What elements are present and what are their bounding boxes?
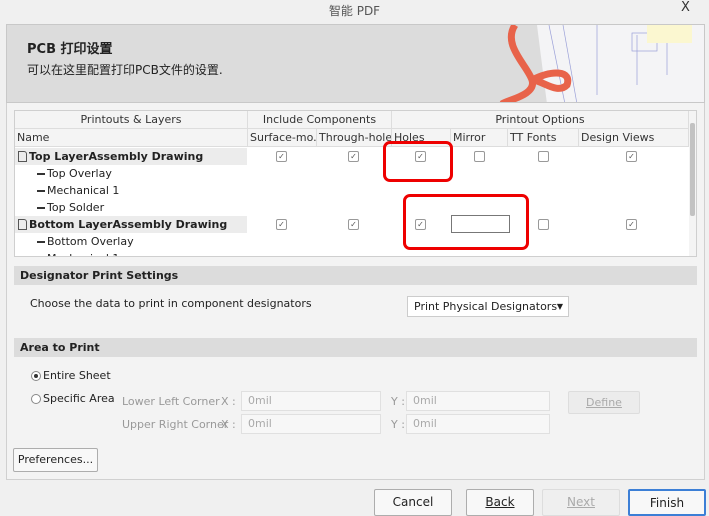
column-header-tt-fonts[interactable]: TT Fonts xyxy=(508,129,579,147)
upper-right-y-input[interactable]: 0mil xyxy=(406,414,550,434)
checkbox-design-views[interactable]: ✓ xyxy=(626,219,637,230)
y-label: Y : xyxy=(391,395,405,408)
finish-button[interactable]: Finish xyxy=(628,489,706,516)
layers-table: Printouts & Layers Include Components Pr… xyxy=(14,110,697,257)
preferences-button[interactable]: Preferences... xyxy=(13,448,98,472)
checkbox-through-hole[interactable]: ✓ xyxy=(348,151,359,162)
page-title: PCB 打印设置 xyxy=(27,42,113,57)
layer-name: Top Overlay xyxy=(47,167,112,180)
upper-right-label: Upper Right Corner xyxy=(122,418,229,431)
cancel-button[interactable]: Cancel xyxy=(374,489,452,516)
group-header: Printout Options xyxy=(392,111,689,129)
layer-name: Mechanical 1 xyxy=(47,252,119,256)
checkbox-tt-fonts[interactable] xyxy=(538,151,549,162)
layer-name: Bottom LayerAssembly Drawing xyxy=(29,218,228,231)
table-row[interactable]: Top Solder xyxy=(15,199,104,216)
designator-dropdown[interactable]: Print Physical Designators ▼ xyxy=(407,296,569,317)
designator-label: Choose the data to print in component de… xyxy=(30,297,312,310)
table-row[interactable]: Mechanical 1 xyxy=(15,182,119,199)
group-header: Include Components xyxy=(248,111,392,129)
highlight-box-holes xyxy=(383,141,453,182)
highlight-box-bottom xyxy=(403,194,529,250)
table-row[interactable]: Bottom LayerAssembly Drawing xyxy=(15,216,247,233)
layer-name: Mechanical 1 xyxy=(47,184,120,197)
table-row[interactable]: Top Overlay xyxy=(15,165,112,182)
checkbox-tt-fonts[interactable] xyxy=(538,219,549,230)
chevron-down-icon: ▼ xyxy=(556,302,563,311)
scrollbar-thumb[interactable] xyxy=(690,123,695,216)
checkbox-mirror[interactable] xyxy=(474,151,485,162)
checkbox-design-views[interactable]: ✓ xyxy=(626,151,637,162)
entire-sheet-label[interactable]: Entire Sheet xyxy=(43,369,111,382)
column-header-name[interactable]: Name xyxy=(15,129,248,147)
back-button[interactable]: Back xyxy=(466,489,534,516)
checkbox-surface[interactable]: ✓ xyxy=(276,219,287,230)
specific-area-label[interactable]: Specific Area xyxy=(43,392,115,405)
table-row[interactable]: Top LayerAssembly Drawing xyxy=(15,148,247,165)
next-button[interactable]: Next xyxy=(542,489,620,516)
table-row[interactable]: Mechanical 1 xyxy=(15,250,119,256)
table-row[interactable]: Bottom Overlay xyxy=(15,233,134,250)
column-header-surface[interactable]: Surface-mo... xyxy=(248,129,317,147)
entire-sheet-radio[interactable] xyxy=(31,371,41,381)
area-section-header: Area to Print xyxy=(14,338,697,357)
column-header-design-views[interactable]: Design Views xyxy=(579,129,689,147)
y-label: Y : xyxy=(391,418,405,431)
checkbox-surface[interactable]: ✓ xyxy=(276,151,287,162)
specific-area-radio[interactable] xyxy=(31,394,41,404)
document-icon xyxy=(18,219,27,230)
lower-left-y-input[interactable]: 0mil xyxy=(406,391,550,411)
x-label: X : xyxy=(221,395,236,408)
layer-name: Bottom Overlay xyxy=(47,235,134,248)
group-header: Printouts & Layers xyxy=(15,111,248,129)
checkbox-through-hole[interactable]: ✓ xyxy=(348,219,359,230)
designator-selected: Print Physical Designators xyxy=(414,300,558,313)
close-icon[interactable]: X xyxy=(681,0,697,15)
x-label: X : xyxy=(221,418,236,431)
lower-left-x-input[interactable]: 0mil xyxy=(241,391,381,411)
define-button[interactable]: Define xyxy=(568,391,640,414)
layer-name: Top Solder xyxy=(47,201,105,214)
document-icon xyxy=(18,151,27,162)
pdf-logo-graphic xyxy=(499,25,704,102)
lower-left-label: Lower Left Corner xyxy=(122,395,220,408)
upper-right-x-input[interactable]: 0mil xyxy=(241,414,381,434)
designator-section-header: Designator Print Settings xyxy=(14,266,697,285)
wizard-header: PCB 打印设置 可以在这里配置打印PCB文件的设置. xyxy=(6,24,705,103)
column-header-mirror[interactable]: Mirror xyxy=(451,129,508,147)
window-title: 智能 PDF xyxy=(328,4,381,18)
layer-name: Top LayerAssembly Drawing xyxy=(29,150,204,163)
page-subtitle: 可以在这里配置打印PCB文件的设置. xyxy=(27,63,223,77)
column-header-through-hole[interactable]: Through-hole xyxy=(317,129,392,147)
